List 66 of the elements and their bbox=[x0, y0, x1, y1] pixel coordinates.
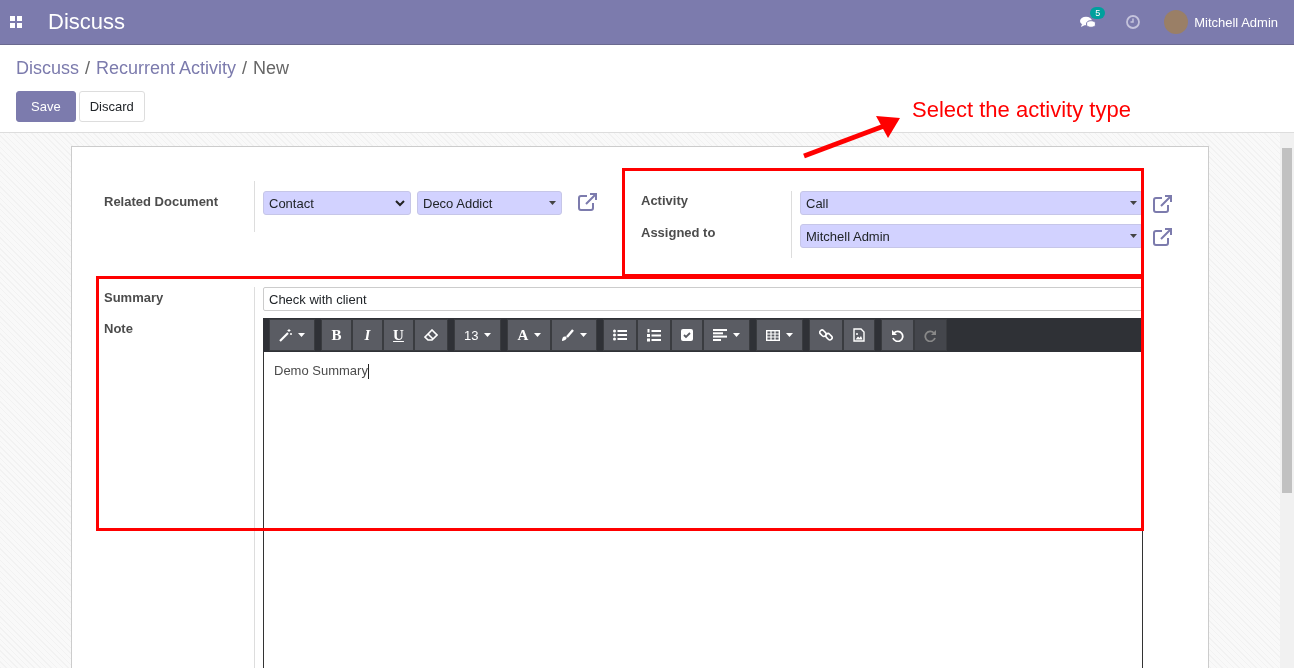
toolbar-button[interactable] bbox=[637, 319, 672, 351]
toolbar-button[interactable]: 13 bbox=[454, 319, 502, 351]
activity-dropdown[interactable]: Call bbox=[800, 191, 1143, 215]
toolbar-button[interactable] bbox=[551, 319, 598, 351]
magic-wand-icon bbox=[279, 328, 292, 342]
user-name[interactable]: Mitchell Admin bbox=[1194, 14, 1278, 30]
save-button[interactable]: Save bbox=[16, 91, 76, 122]
caret-icon bbox=[534, 333, 542, 337]
record-dropdown[interactable]: Deco Addict bbox=[417, 191, 562, 215]
chat-bubbles-icon[interactable] bbox=[1080, 15, 1097, 29]
assignee-dropdown[interactable]: Mitchell Admin bbox=[800, 224, 1143, 248]
note-editor[interactable]: Demo Summary bbox=[263, 352, 1143, 668]
caret-icon bbox=[1130, 201, 1137, 205]
caret-icon bbox=[733, 333, 741, 337]
eraser-icon bbox=[424, 329, 438, 341]
image-icon bbox=[853, 328, 866, 342]
toolbar-button[interactable] bbox=[703, 319, 751, 351]
align-left-icon bbox=[713, 329, 728, 341]
field-label: Note bbox=[104, 321, 134, 336]
checkbox-icon bbox=[681, 329, 694, 341]
toolbar-button[interactable]: I bbox=[352, 319, 383, 351]
caret-icon bbox=[298, 333, 305, 337]
toolbar-button[interactable] bbox=[603, 319, 638, 351]
caret-icon bbox=[484, 333, 492, 337]
toolbar-button[interactable] bbox=[671, 319, 704, 351]
toolbar-button[interactable]: A bbox=[507, 319, 552, 351]
breadcrumb-separator: / bbox=[85, 58, 91, 80]
bullet-list-icon bbox=[613, 329, 628, 341]
field-label: Activity bbox=[641, 193, 689, 208]
undo-icon bbox=[891, 328, 905, 342]
caret-icon bbox=[786, 333, 794, 337]
summary-field[interactable]: Check with client bbox=[263, 287, 1143, 311]
breadcrumb-item[interactable]: Discuss bbox=[16, 58, 79, 91]
discard-button[interactable]: Discard bbox=[78, 91, 145, 122]
toolbar-button[interactable]: B bbox=[321, 319, 352, 351]
scrollbar[interactable] bbox=[1280, 133, 1294, 668]
external-link-icon[interactable] bbox=[1153, 228, 1173, 246]
breadcrumb-item[interactable]: Recurrent Activity bbox=[96, 58, 237, 91]
field-label: Related Document bbox=[104, 193, 220, 211]
caret-icon bbox=[1130, 234, 1137, 238]
breadcrumb-item: New bbox=[253, 58, 290, 80]
toolbar-button[interactable] bbox=[881, 319, 915, 351]
caret-icon bbox=[580, 333, 588, 337]
breadcrumb-separator: / bbox=[242, 58, 248, 80]
field-label: Summary bbox=[104, 290, 165, 305]
toolbar-button[interactable]: U bbox=[383, 319, 414, 351]
toolbar-button[interactable] bbox=[269, 319, 315, 351]
external-link-icon[interactable] bbox=[578, 193, 598, 211]
link-icon bbox=[819, 328, 834, 342]
toolbar-button[interactable] bbox=[809, 319, 844, 351]
redo-icon bbox=[924, 328, 938, 342]
paintbrush-icon bbox=[561, 328, 575, 342]
caret-icon bbox=[549, 201, 556, 205]
numbered-list-icon bbox=[647, 328, 662, 342]
app-title: Discuss bbox=[48, 9, 125, 35]
table-icon bbox=[766, 329, 781, 341]
annotation-text: Select the activity type bbox=[912, 97, 1131, 123]
chevron-down-icon bbox=[395, 199, 405, 207]
model-select[interactable]: Contact bbox=[263, 191, 411, 215]
apps-menu-icon[interactable] bbox=[10, 16, 22, 28]
field-label: Assigned to bbox=[641, 225, 717, 240]
toolbar-button[interactable] bbox=[756, 319, 804, 351]
toolbar-button[interactable] bbox=[843, 319, 876, 351]
toolbar-button[interactable] bbox=[414, 319, 448, 351]
message-count-badge: 5 bbox=[1090, 6, 1106, 19]
external-link-icon[interactable] bbox=[1153, 195, 1173, 213]
